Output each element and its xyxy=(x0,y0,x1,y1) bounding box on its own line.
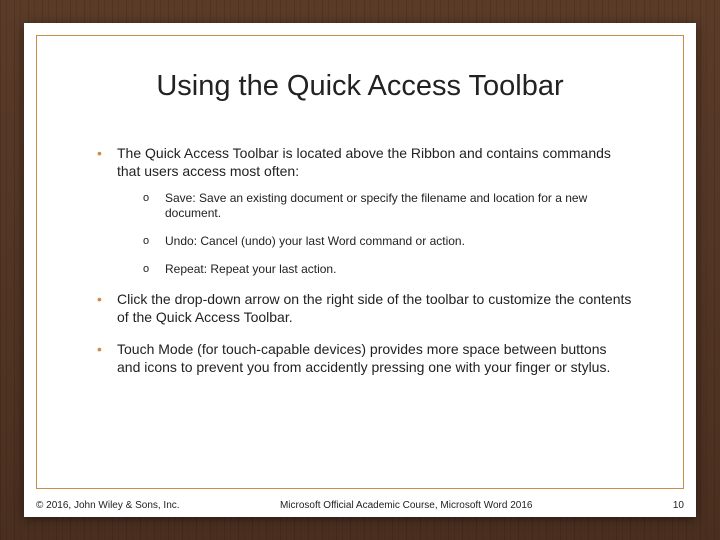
content-frame: Using the Quick Access Toolbar The Quick… xyxy=(36,35,684,489)
sub-bullet-item: Undo: Cancel (undo) your last Word comma… xyxy=(143,234,633,250)
slide-page: Using the Quick Access Toolbar The Quick… xyxy=(24,23,696,517)
sub-bullet-item: Repeat: Repeat your last action. xyxy=(143,262,633,278)
bullet-item: Touch Mode (for touch-capable devices) p… xyxy=(97,341,633,377)
slide-title: Using the Quick Access Toolbar xyxy=(87,70,633,103)
sub-bullet-list: Save: Save an existing document or speci… xyxy=(117,191,633,277)
bullet-text: The Quick Access Toolbar is located abov… xyxy=(117,145,611,179)
bullet-text: Click the drop-down arrow on the right s… xyxy=(117,291,631,325)
bullet-item: Click the drop-down arrow on the right s… xyxy=(97,291,633,327)
bullet-item: The Quick Access Toolbar is located abov… xyxy=(97,145,633,277)
footer-course: Microsoft Official Academic Course, Micr… xyxy=(140,500,673,511)
slide-footer: © 2016, John Wiley & Sons, Inc. Microsof… xyxy=(36,500,684,511)
bullet-text: Touch Mode (for touch-capable devices) p… xyxy=(117,341,610,375)
bullet-list: The Quick Access Toolbar is located abov… xyxy=(87,145,633,377)
sub-bullet-item: Save: Save an existing document or speci… xyxy=(143,191,633,222)
slide-background: Using the Quick Access Toolbar The Quick… xyxy=(0,0,720,540)
footer-page-number: 10 xyxy=(673,500,684,511)
